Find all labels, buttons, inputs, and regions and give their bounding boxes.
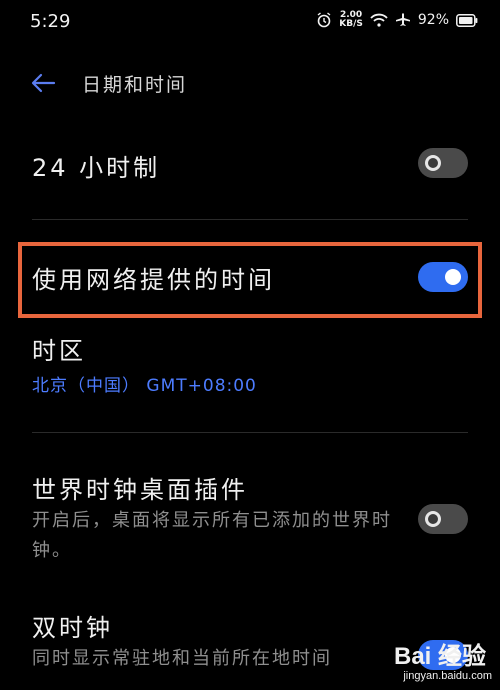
watermark-logo: Bai 经验: [393, 643, 486, 670]
back-arrow-icon[interactable]: [30, 72, 56, 94]
page-header: 日期和时间: [0, 60, 500, 106]
battery-percent: 92%: [417, 12, 449, 28]
page-title: 日期和时间: [82, 74, 188, 96]
baidu-jingyan-watermark: Bai 经验 jingyan.baidu.com: [376, 634, 500, 690]
status-time: 5:29: [30, 11, 71, 32]
setting-world-clock-widget[interactable]: 世界时钟桌面插件 开启后，桌面将显示所有已添加的世界时钟。: [0, 462, 500, 582]
setting-24-hour-format[interactable]: 24 小时制: [0, 130, 500, 200]
network-speed: 2.00 KB/S: [339, 11, 363, 29]
alarm-icon: [316, 12, 332, 28]
toggle-24-hour[interactable]: [418, 148, 468, 178]
toggle-knob: [425, 511, 441, 527]
status-icons: 2.00 KB/S 92%: [316, 11, 478, 29]
divider: [32, 432, 468, 433]
status-bar: 5:29 2.00 KB/S 92%: [0, 0, 500, 42]
toggle-knob: [425, 155, 441, 171]
setting-world-clock-label: 世界时钟桌面插件: [32, 476, 248, 504]
setting-world-clock-description: 开启后，桌面将显示所有已添加的世界时钟。: [32, 510, 392, 561]
setting-timezone[interactable]: 时区 北京（中国） GMT+08:00: [0, 325, 500, 415]
setting-timezone-label: 时区: [32, 337, 86, 365]
setting-dual-clock-description: 同时显示常驻地和当前所在地时间: [32, 648, 332, 669]
watermark-url: jingyan.baidu.com: [403, 670, 492, 682]
highlight-annotation: [18, 242, 482, 318]
battery-icon: [456, 13, 478, 27]
setting-24-hour-label: 24 小时制: [32, 154, 161, 182]
setting-timezone-value: 北京（中国） GMT+08:00: [32, 376, 257, 396]
divider: [32, 219, 468, 220]
setting-dual-clock-label: 双时钟: [32, 614, 113, 642]
network-speed-unit: KB/S: [339, 19, 363, 29]
airplane-icon: [395, 12, 411, 28]
wifi-icon: [370, 13, 388, 27]
toggle-world-clock-widget[interactable]: [418, 504, 468, 534]
